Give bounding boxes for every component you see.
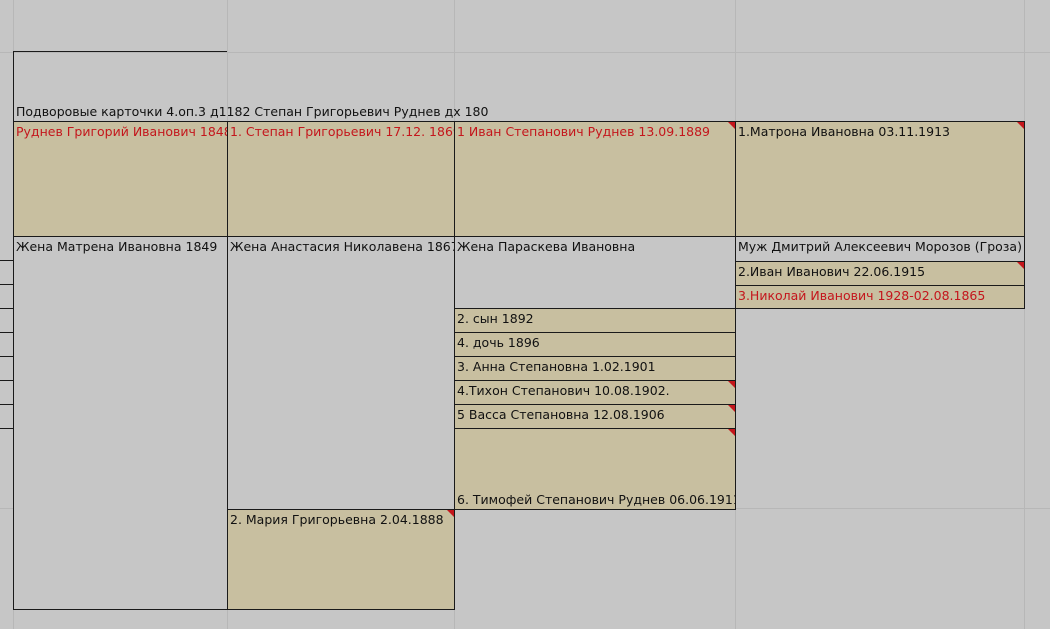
- comment-indicator-icon[interactable]: [728, 122, 735, 129]
- gen4-third-text: 3.Николай Иванович 1928-02.08.1865: [738, 288, 986, 303]
- gen4-husband-text: Муж Дмитрий Алексеевич Морозов (Гроза): [738, 239, 1022, 254]
- comment-indicator-icon[interactable]: [1017, 122, 1024, 129]
- row-tick: [0, 332, 13, 333]
- gen3-child-text: 3. Анна Степановна 1.02.1901: [457, 359, 656, 374]
- gen1-wife-text: Жена Матрена Ивановна 1849: [16, 239, 218, 254]
- cell-gen2-sibling[interactable]: 2. Мария Григорьевна 2.04.1888: [227, 509, 455, 610]
- comment-indicator-icon[interactable]: [1017, 262, 1024, 269]
- cell-gen3-child[interactable]: 3. Анна Степановна 1.02.1901: [454, 356, 736, 381]
- gridline: [1024, 0, 1025, 629]
- gen2-wife-text: Жена Анастасия Николавена 1867: [230, 239, 455, 254]
- row-tick: [0, 308, 13, 309]
- gridline: [0, 52, 1050, 53]
- cell-gen3-child[interactable]: 2. сын 1892: [454, 308, 736, 333]
- cell-gen3-child[interactable]: 4.Тихон Степанович 10.08.1902.: [454, 380, 736, 405]
- cell-gen3-child[interactable]: 6. Тимофей Степанович Руднев 06.06.1911: [454, 428, 736, 510]
- gen3-child-text: 4.Тихон Степанович 10.08.1902.: [457, 383, 670, 398]
- comment-indicator-icon[interactable]: [447, 510, 454, 517]
- sheet-title[interactable]: Подворовые карточки 4.оп.3 д1182 Степан …: [16, 104, 488, 119]
- gen3-child-text: 2. сын 1892: [457, 311, 534, 326]
- cell-gen3-head[interactable]: 1 Иван Степанович Руднев 13.09.1889: [454, 121, 736, 237]
- gen3-child-text: 4. дочь 1896: [457, 335, 540, 350]
- cell-gen2-head[interactable]: 1. Степан Григорьевич 17.12. 1869: [227, 121, 455, 237]
- cell-gen4-husband[interactable]: Муж Дмитрий Алексеевич Морозов (Гроза): [735, 236, 1025, 262]
- cell-gen4-first[interactable]: 1.Матрона Ивановна 03.11.1913: [735, 121, 1025, 237]
- cell-gen1-head[interactable]: Руднев Григорий Иванович 1848: [13, 121, 228, 237]
- gen2-sibling-text: 2. Мария Григорьевна 2.04.1888: [230, 512, 444, 527]
- cell-gen4-second[interactable]: 2.Иван Иванович 22.06.1915: [735, 261, 1025, 286]
- comment-indicator-icon[interactable]: [728, 405, 735, 412]
- title-area-border: [13, 51, 227, 52]
- gen4-second-text: 2.Иван Иванович 22.06.1915: [738, 264, 926, 279]
- comment-indicator-icon[interactable]: [728, 429, 735, 436]
- comment-indicator-icon[interactable]: [728, 381, 735, 388]
- gen3-child-text: 6. Тимофей Степанович Руднев 06.06.1911: [457, 492, 736, 507]
- row-tick: [0, 428, 13, 429]
- gen3-child-text: 5 Васса Степановна 12.08.1906: [457, 407, 665, 422]
- gen4-first-text: 1.Матрона Ивановна 03.11.1913: [738, 124, 950, 139]
- gen2-head-text: 1. Степан Григорьевич 17.12. 1869: [230, 124, 455, 139]
- cell-gen1-wife[interactable]: Жена Матрена Ивановна 1849: [13, 236, 228, 610]
- cell-gen3-child[interactable]: 5 Васса Степановна 12.08.1906: [454, 404, 736, 429]
- row-tick: [0, 356, 13, 357]
- gen1-head-text: Руднев Григорий Иванович 1848: [16, 124, 228, 139]
- cell-gen3-child[interactable]: 4. дочь 1896: [454, 332, 736, 357]
- row-tick: [0, 260, 13, 261]
- cell-gen3-wife[interactable]: Жена Параскева Ивановна: [454, 236, 736, 309]
- row-tick: [0, 284, 13, 285]
- cell-gen2-wife[interactable]: Жена Анастасия Николавена 1867: [227, 236, 455, 510]
- title-area-left-border: [13, 51, 14, 121]
- gen3-head-text: 1 Иван Степанович Руднев 13.09.1889: [457, 124, 711, 139]
- row-tick: [0, 404, 13, 405]
- row-tick: [0, 380, 13, 381]
- cell-gen4-third[interactable]: 3.Николай Иванович 1928-02.08.1865: [735, 285, 1025, 309]
- gen3-wife-text: Жена Параскева Ивановна: [457, 239, 636, 254]
